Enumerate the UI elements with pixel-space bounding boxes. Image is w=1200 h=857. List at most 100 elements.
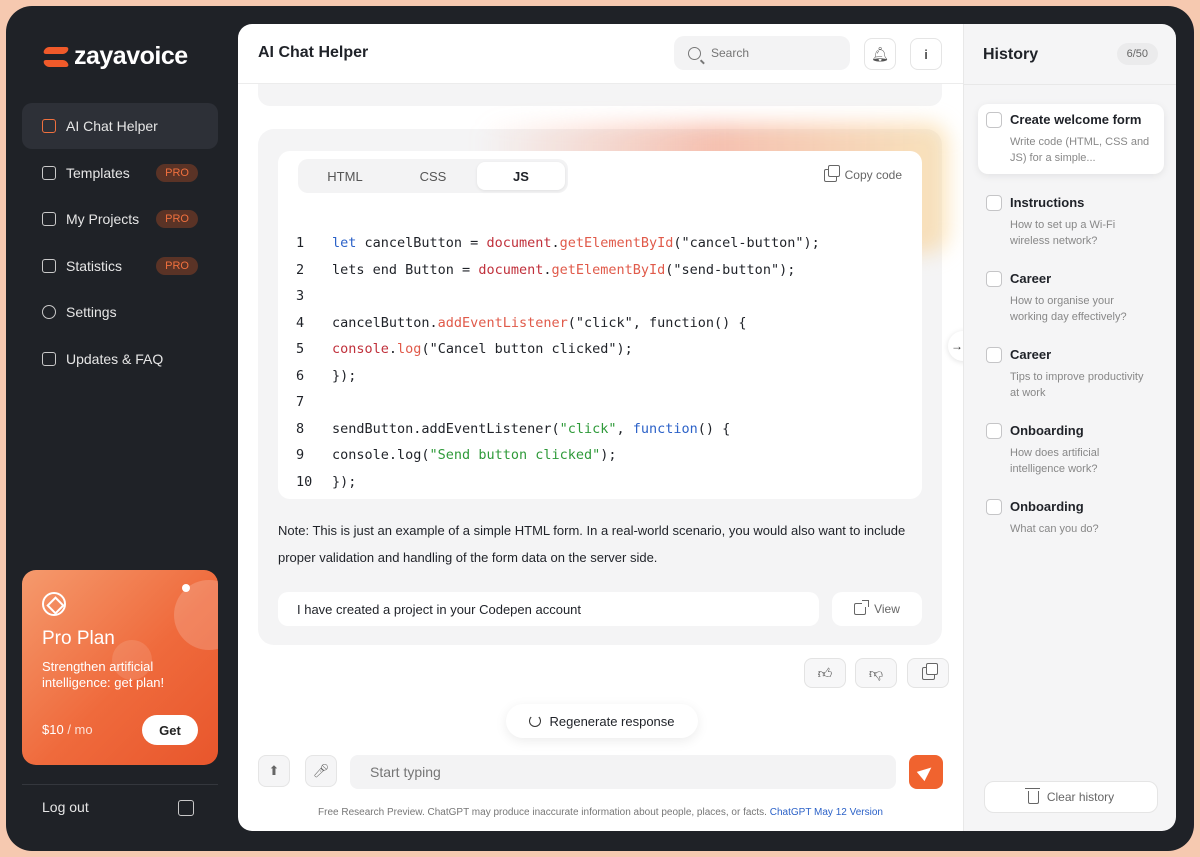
code-text: console.log("Send button clicked"); bbox=[332, 447, 617, 463]
tab-html[interactable]: HTML bbox=[301, 162, 389, 190]
history-item[interactable]: Onboarding What can you do? bbox=[978, 491, 1164, 545]
code-tabs: HTML CSS JS bbox=[298, 159, 568, 193]
regenerate-response-button[interactable]: Regenerate response bbox=[506, 704, 698, 738]
brand-name: zayavoice bbox=[74, 42, 188, 70]
disclaimer: Free Research Preview. ChatGPT may produ… bbox=[238, 807, 963, 818]
history-item[interactable]: Career How to organise your working day … bbox=[978, 263, 1164, 333]
history-item-checkbox[interactable] bbox=[986, 499, 1002, 515]
project-message: I have created a project in your Codepen… bbox=[278, 592, 819, 626]
history-item-title: Instructions bbox=[1010, 195, 1085, 210]
code-content: 1 let cancelButton = document.getElementB… bbox=[296, 235, 820, 500]
line-number: 1 bbox=[296, 235, 305, 251]
line-number: 8 bbox=[296, 420, 305, 437]
version-link[interactable]: ChatGPT May 12 Version bbox=[770, 807, 883, 818]
sidebar-item-templates[interactable]: Templates PRO bbox=[22, 150, 218, 196]
tab-css[interactable]: CSS bbox=[389, 162, 477, 190]
history-item-subtitle: Tips to improve productivity at work bbox=[1010, 371, 1144, 399]
pro-plan-description: Strengthen artificial intelligence: get … bbox=[42, 659, 165, 690]
code-line: 4 cancelButton.addEventListener("click", … bbox=[296, 315, 820, 342]
thumbs-up-button[interactable]: 👍︎ bbox=[804, 658, 846, 688]
search-input[interactable] bbox=[711, 46, 821, 60]
tab-js[interactable]: JS bbox=[477, 162, 565, 190]
message-input[interactable] bbox=[350, 755, 896, 789]
history-item-subtitle: How to set up a Wi-Fi wireless network? bbox=[1010, 219, 1116, 247]
view-label: View bbox=[874, 602, 900, 616]
code-text: lets end Button = document.getElementByI… bbox=[332, 261, 796, 278]
thumbs-down-icon: 👎︎ bbox=[868, 664, 884, 681]
line-number: 5 bbox=[296, 341, 305, 357]
thumbs-down-button[interactable]: 👎︎ bbox=[855, 658, 897, 688]
chat-panel: AI Chat Helper 🔔︎ i HTML CSS JS bbox=[238, 24, 963, 831]
send-icon bbox=[916, 762, 936, 782]
upload-icon: ⬆︎ bbox=[268, 763, 280, 778]
history-item-title: Onboarding bbox=[1010, 499, 1084, 514]
view-project-button[interactable]: View bbox=[832, 592, 922, 626]
history-item-title: Career bbox=[1010, 347, 1052, 362]
chart-icon bbox=[42, 258, 56, 273]
sidebar-item-label: Updates & FAQ bbox=[66, 350, 164, 367]
sidebar-item-updates-faq[interactable]: Updates & FAQ bbox=[22, 336, 218, 382]
pro-plan-title: Pro Plan bbox=[42, 628, 115, 649]
history-item-title: Career bbox=[1010, 271, 1052, 286]
grid-icon bbox=[42, 212, 56, 226]
sidebar-item-settings[interactable]: Settings bbox=[22, 289, 218, 335]
chat-header: AI Chat Helper 🔔︎ i bbox=[238, 24, 963, 84]
pro-plan-icon bbox=[42, 592, 66, 616]
history-item-checkbox[interactable] bbox=[986, 423, 1002, 439]
copy-code-label: Copy code bbox=[844, 168, 902, 182]
history-item-title: Create welcome form bbox=[1010, 112, 1142, 127]
history-item-checkbox[interactable] bbox=[986, 347, 1002, 363]
code-line: 3 bbox=[296, 288, 820, 315]
help-icon bbox=[42, 351, 56, 366]
history-item[interactable]: Career Tips to improve productivity at w… bbox=[978, 339, 1164, 409]
logout-icon[interactable] bbox=[178, 800, 194, 816]
history-item[interactable]: Create welcome form Write code (HTML, CS… bbox=[978, 104, 1164, 174]
sidebar-item-statistics[interactable]: Statistics PRO bbox=[22, 243, 218, 289]
app-window: zayavoice AI Chat Helper Templates PRO M… bbox=[6, 6, 1194, 851]
search-box[interactable] bbox=[674, 36, 850, 70]
refresh-icon bbox=[529, 715, 542, 727]
code-block: HTML CSS JS Copy code 1 let cancelButton … bbox=[278, 151, 922, 499]
history-item[interactable]: Onboarding How does artificial intellige… bbox=[978, 415, 1164, 485]
history-item[interactable]: Instructions How to set up a Wi-Fi wirel… bbox=[978, 187, 1164, 257]
copy-icon bbox=[921, 662, 938, 680]
notification-button[interactable]: 🔔︎ bbox=[864, 38, 896, 70]
line-number: 4 bbox=[296, 314, 305, 331]
code-text: cancelButton.addEventListener("click", f… bbox=[332, 314, 747, 331]
clear-history-button[interactable]: Clear history bbox=[984, 781, 1158, 813]
decorative-bubble bbox=[174, 580, 218, 650]
history-panel: History 6/50 Create welcome form Write c… bbox=[963, 24, 1176, 831]
logout-link[interactable]: Log out bbox=[42, 799, 89, 815]
external-link-icon bbox=[854, 600, 870, 615]
line-number: 2 bbox=[296, 261, 305, 278]
logo[interactable]: zayavoice bbox=[42, 42, 188, 71]
sidebar-item-my-projects[interactable]: My Projects PRO bbox=[22, 196, 218, 242]
bell-icon: 🔔︎ bbox=[871, 45, 889, 62]
code-text: }); bbox=[332, 367, 357, 384]
history-item-checkbox[interactable] bbox=[986, 112, 1002, 128]
sidebar-item-ai-chat-helper[interactable]: AI Chat Helper bbox=[22, 103, 218, 149]
copy-response-button[interactable] bbox=[907, 658, 949, 688]
history-item-checkbox[interactable] bbox=[986, 195, 1002, 211]
search-icon bbox=[688, 46, 701, 60]
get-plan-button[interactable]: Get bbox=[142, 715, 198, 745]
history-item-subtitle: How does artificial intelligence work? bbox=[1010, 447, 1100, 475]
document-icon bbox=[42, 165, 56, 180]
microphone-button[interactable]: 🎤︎ bbox=[305, 755, 337, 787]
pro-badge: PRO bbox=[156, 163, 198, 182]
sidebar-item-label: Templates bbox=[66, 164, 130, 181]
copy-icon bbox=[823, 164, 840, 182]
code-line: 1 let cancelButton = document.getElementB… bbox=[296, 235, 820, 262]
upload-button[interactable]: ⬆︎ bbox=[258, 755, 290, 787]
info-button[interactable]: i bbox=[910, 38, 942, 70]
history-item-checkbox[interactable] bbox=[986, 271, 1002, 287]
sidebar-item-label: Settings bbox=[66, 304, 117, 320]
line-number: 7 bbox=[296, 394, 305, 410]
send-button[interactable] bbox=[909, 755, 943, 789]
copy-code-button[interactable]: Copy code bbox=[823, 164, 902, 182]
response-note: Note: This is just an example of a simpl… bbox=[278, 523, 906, 565]
history-item-subtitle: Write code (HTML, CSS and JS) for a simp… bbox=[1010, 136, 1150, 164]
history-item-subtitle: How to organise your working day effecti… bbox=[1010, 295, 1127, 323]
assistant-response: HTML CSS JS Copy code 1 let cancelButton … bbox=[258, 123, 948, 645]
sidebar-item-label: Statistics bbox=[66, 257, 123, 274]
